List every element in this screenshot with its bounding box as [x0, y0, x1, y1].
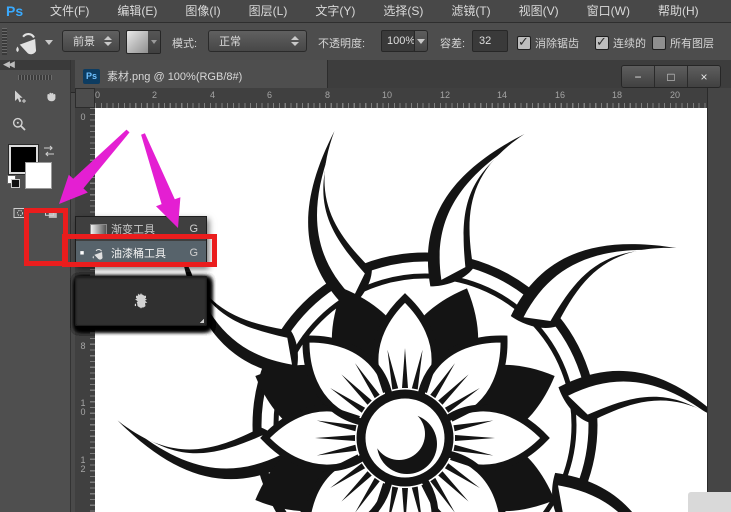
ruler-number: 16 [555, 90, 565, 100]
ps-logo: Ps [6, 3, 36, 19]
close-button[interactable]: × [688, 66, 720, 87]
opacity-label: 不透明度: [318, 35, 365, 51]
menu-bar: Ps 文件(F) 编辑(E) 图像(I) 图层(L) 文字(Y) 选择(S) 滤… [0, 0, 731, 23]
all-layers-label[interactable]: 所有图层 [670, 35, 714, 51]
ruler-number: 2 [78, 169, 88, 178]
ruler-number: 2 [152, 90, 157, 100]
spin-arrows-icon [104, 36, 112, 46]
paint-bucket-icon[interactable] [13, 27, 43, 57]
opacity-value[interactable]: 100% [381, 30, 415, 52]
mode-value: 正常 [209, 33, 291, 49]
ruler-number: 14 [497, 90, 507, 100]
ruler-number: 12 [78, 455, 88, 473]
ruler-number: 12 [440, 90, 450, 100]
menu-layer[interactable]: 图层(L) [235, 0, 302, 22]
contiguous-checkbox[interactable] [595, 36, 609, 50]
ruler-number: 10 [78, 398, 88, 416]
ps-file-icon: Ps [83, 69, 100, 84]
ruler-number: 10 [382, 90, 392, 100]
photoshop-window: Ps 文件(F) 编辑(E) 图像(I) 图层(L) 文字(Y) 选择(S) 滤… [0, 0, 731, 512]
pattern-dropdown-icon[interactable] [148, 31, 160, 53]
color-swatches [5, 143, 65, 195]
fill-source-dropdown[interactable]: 前景 [62, 30, 120, 52]
background-color-swatch[interactable] [25, 162, 52, 189]
menu-window[interactable]: 窗口(W) [573, 0, 644, 22]
menu-select[interactable]: 选择(S) [369, 0, 437, 22]
menu-edit[interactable]: 编辑(E) [103, 0, 171, 22]
window-controls: − □ × [621, 65, 721, 88]
zoom-tool[interactable] [4, 111, 34, 137]
ruler-number: 0 [95, 90, 100, 100]
anti-alias-checkbox[interactable] [517, 36, 531, 50]
minimize-button[interactable]: − [622, 66, 655, 87]
all-layers-checkbox[interactable] [652, 36, 666, 50]
fill-source-value: 前景 [63, 33, 104, 49]
highlight-box-flyout [62, 234, 217, 267]
menu-file[interactable]: 文件(F) [36, 0, 103, 22]
tools-panel: ◀◀ [0, 60, 71, 512]
ruler-number: 4 [210, 90, 215, 100]
horizontal-ruler: 0 2 4 6 8 10 12 14 16 18 20 [75, 88, 707, 109]
collapse-panel-icon[interactable]: ◀◀ [0, 60, 70, 70]
ruler-origin-box[interactable] [75, 88, 95, 108]
mode-dropdown[interactable]: 正常 [208, 30, 307, 52]
document-title: 素材.png @ 100%(RGB/8#) [107, 68, 242, 84]
options-grip[interactable] [2, 28, 7, 55]
ruler-number: 18 [612, 90, 622, 100]
maximize-button[interactable]: □ [655, 66, 688, 87]
ruler-number: 6 [267, 90, 272, 100]
menu-filter[interactable]: 滤镜(T) [437, 0, 504, 22]
custom-shape-tool[interactable] [75, 276, 207, 326]
corner-patch [688, 492, 731, 512]
menu-help[interactable]: 帮助(H) [644, 0, 713, 22]
ruler-number: 8 [325, 90, 330, 100]
panel-grip[interactable] [18, 75, 52, 80]
mode-label: 模式: [172, 35, 197, 51]
menu-type[interactable]: 文字(Y) [301, 0, 369, 22]
tool-preset-dropdown-icon[interactable] [45, 40, 53, 45]
opacity-dropdown-icon[interactable] [414, 30, 428, 52]
hand-tool[interactable] [36, 84, 66, 110]
options-bar: 前景 模式: 正常 不透明度: 100% 容差: 消除锯齿 连续的 所有图层 [0, 23, 731, 61]
move-tool[interactable] [4, 84, 34, 110]
tolerance-input[interactable] [472, 30, 508, 52]
pattern-thumbnail [127, 31, 148, 53]
contiguous-label[interactable]: 连续的 [613, 35, 646, 51]
ruler-number: 20 [670, 90, 680, 100]
tolerance-label: 容差: [440, 35, 465, 51]
menu-image[interactable]: 图像(I) [171, 0, 234, 22]
menu-view[interactable]: 视图(V) [505, 0, 573, 22]
gradient-tool-icon [88, 224, 108, 235]
pattern-swatch[interactable] [126, 30, 161, 54]
ruler-number: 0 [78, 112, 88, 121]
panel-dock-edge [707, 88, 731, 512]
swap-colors-icon[interactable] [41, 143, 57, 159]
spin-arrows-icon [291, 36, 299, 46]
ruler-number: 8 [78, 341, 88, 350]
anti-alias-label[interactable]: 消除锯齿 [535, 35, 579, 51]
